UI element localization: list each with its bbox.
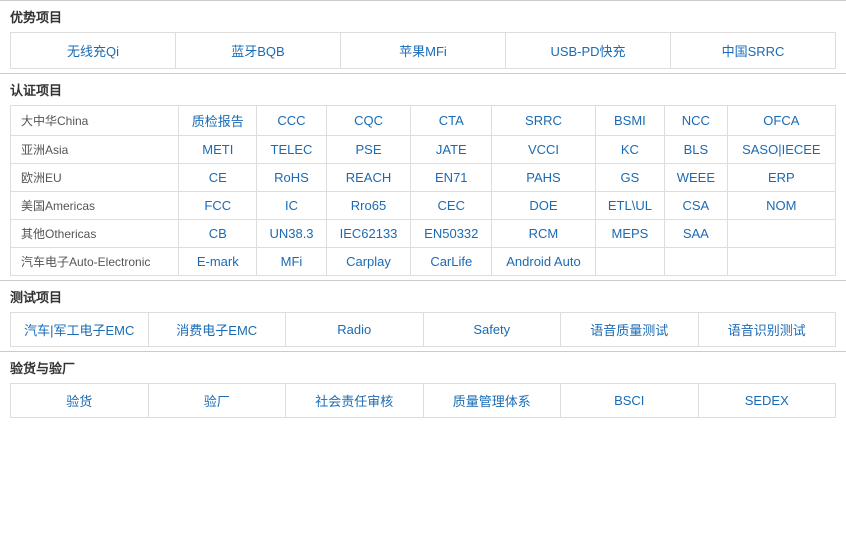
advantage-item-3[interactable]: USB-PD快充 — [506, 33, 671, 68]
cert-eu-3[interactable]: EN71 — [411, 164, 492, 192]
insp-item-2[interactable]: 社会责任审核 — [286, 384, 424, 417]
cert-americas-1[interactable]: IC — [257, 192, 326, 220]
insp-item-5[interactable]: SEDEX — [699, 384, 836, 417]
testing-title: 测试项目 — [10, 287, 836, 306]
advantage-item-0[interactable]: 无线充Qi — [11, 33, 176, 68]
cert-row-other: 其他Othericas CB UN38.3 IEC62133 EN50332 R… — [11, 220, 836, 248]
cert-label-auto: 汽车电子Auto-Electronic — [11, 248, 179, 276]
cert-americas-4[interactable]: DOE — [492, 192, 596, 220]
cert-other-7 — [727, 220, 835, 248]
cert-label-other: 其他Othericas — [11, 220, 179, 248]
testing-section: 测试项目 汽车|军工电子EMC 消费电子EMC Radio Safety 语音质… — [0, 280, 846, 351]
cert-auto-2[interactable]: Carplay — [326, 248, 411, 276]
cert-eu-5[interactable]: GS — [595, 164, 664, 192]
advantage-item-1[interactable]: 蓝牙BQB — [176, 33, 341, 68]
cert-other-3[interactable]: EN50332 — [411, 220, 492, 248]
cert-other-6[interactable]: SAA — [665, 220, 728, 248]
cert-other-5[interactable]: MEPS — [595, 220, 664, 248]
cert-china-5[interactable]: NCC — [665, 106, 728, 136]
cert-asia-3[interactable]: JATE — [411, 136, 492, 164]
cert-auto-1[interactable]: MFi — [257, 248, 326, 276]
cert-table: 大中华China 质检报告 CCC CQC CTA SRRC BSMI NCC … — [10, 105, 836, 276]
test-item-2[interactable]: Radio — [286, 313, 424, 346]
test-item-5[interactable]: 语音识别测试 — [699, 313, 836, 346]
cert-asia-4[interactable]: VCCI — [492, 136, 596, 164]
cert-label-eu: 欧洲EU — [11, 164, 179, 192]
cert-asia-2[interactable]: PSE — [326, 136, 411, 164]
cert-auto-5 — [595, 248, 664, 276]
cert-china-6[interactable]: OFCA — [727, 106, 835, 136]
cert-americas-0[interactable]: FCC — [179, 192, 257, 220]
cert-label-asia: 亚洲Asia — [11, 136, 179, 164]
cert-auto-4[interactable]: Android Auto — [492, 248, 596, 276]
test-item-0[interactable]: 汽车|军工电子EMC — [11, 313, 149, 346]
cert-americas-2[interactable]: Rro65 — [326, 192, 411, 220]
cert-americas-6[interactable]: CSA — [665, 192, 728, 220]
advantage-item-2[interactable]: 苹果MFi — [341, 33, 506, 68]
cert-china-3[interactable]: SRRC — [492, 106, 596, 136]
advantage-section: 优势项目 无线充Qi 蓝牙BQB 苹果MFi USB-PD快充 中国SRRC — [0, 0, 846, 73]
inspection-title: 验货与验厂 — [10, 358, 836, 377]
cert-china-sublabel[interactable]: 质检报告 — [179, 106, 257, 136]
cert-eu-2[interactable]: REACH — [326, 164, 411, 192]
cert-china-4[interactable]: BSMI — [595, 106, 664, 136]
cert-asia-0[interactable]: METI — [179, 136, 257, 164]
cert-asia-5[interactable]: KC — [595, 136, 664, 164]
cert-other-4[interactable]: RCM — [492, 220, 596, 248]
cert-eu-1[interactable]: RoHS — [257, 164, 326, 192]
test-item-4[interactable]: 语音质量测试 — [561, 313, 699, 346]
cert-row-asia: 亚洲Asia METI TELEC PSE JATE VCCI KC BLS S… — [11, 136, 836, 164]
cert-americas-7[interactable]: NOM — [727, 192, 835, 220]
advantage-title: 优势项目 — [10, 7, 836, 26]
cert-eu-6[interactable]: WEEE — [665, 164, 728, 192]
cert-auto-7 — [727, 248, 835, 276]
cert-eu-0[interactable]: CE — [179, 164, 257, 192]
advantage-item-4[interactable]: 中国SRRC — [671, 33, 835, 68]
certification-section: 认证项目 大中华China 质检报告 CCC CQC CTA SRRC BSMI… — [0, 73, 846, 280]
test-row: 汽车|军工电子EMC 消费电子EMC Radio Safety 语音质量测试 语… — [10, 312, 836, 347]
test-item-3[interactable]: Safety — [424, 313, 562, 346]
cert-americas-5[interactable]: ETL\UL — [595, 192, 664, 220]
cert-eu-7[interactable]: ERP — [727, 164, 835, 192]
cert-asia-1[interactable]: TELEC — [257, 136, 326, 164]
cert-row-eu: 欧洲EU CE RoHS REACH EN71 PAHS GS WEEE ERP — [11, 164, 836, 192]
insp-row: 验货 验厂 社会责任审核 质量管理体系 BSCI SEDEX — [10, 383, 836, 418]
advantage-row: 无线充Qi 蓝牙BQB 苹果MFi USB-PD快充 中国SRRC — [10, 32, 836, 69]
cert-china-2[interactable]: CTA — [411, 106, 492, 136]
inspection-section: 验货与验厂 验货 验厂 社会责任审核 质量管理体系 BSCI SEDEX — [0, 351, 846, 422]
cert-label-china: 大中华China — [11, 106, 179, 136]
insp-item-0[interactable]: 验货 — [11, 384, 149, 417]
cert-eu-4[interactable]: PAHS — [492, 164, 596, 192]
insp-item-4[interactable]: BSCI — [561, 384, 699, 417]
cert-auto-6 — [665, 248, 728, 276]
cert-asia-6[interactable]: BLS — [665, 136, 728, 164]
cert-auto-0[interactable]: E-mark — [179, 248, 257, 276]
cert-row-americas: 美国Americas FCC IC Rro65 CEC DOE ETL\UL C… — [11, 192, 836, 220]
cert-label-americas: 美国Americas — [11, 192, 179, 220]
cert-china-1[interactable]: CQC — [326, 106, 411, 136]
cert-other-2[interactable]: IEC62133 — [326, 220, 411, 248]
test-item-1[interactable]: 消费电子EMC — [149, 313, 287, 346]
cert-auto-3[interactable]: CarLife — [411, 248, 492, 276]
cert-asia-7[interactable]: SASO|IECEE — [727, 136, 835, 164]
certification-title: 认证项目 — [10, 80, 836, 99]
cert-row-china: 大中华China 质检报告 CCC CQC CTA SRRC BSMI NCC … — [11, 106, 836, 136]
cert-china-0[interactable]: CCC — [257, 106, 326, 136]
cert-other-1[interactable]: UN38.3 — [257, 220, 326, 248]
insp-item-3[interactable]: 质量管理体系 — [424, 384, 562, 417]
cert-americas-3[interactable]: CEC — [411, 192, 492, 220]
cert-other-0[interactable]: CB — [179, 220, 257, 248]
cert-row-auto: 汽车电子Auto-Electronic E-mark MFi Carplay C… — [11, 248, 836, 276]
insp-item-1[interactable]: 验厂 — [149, 384, 287, 417]
